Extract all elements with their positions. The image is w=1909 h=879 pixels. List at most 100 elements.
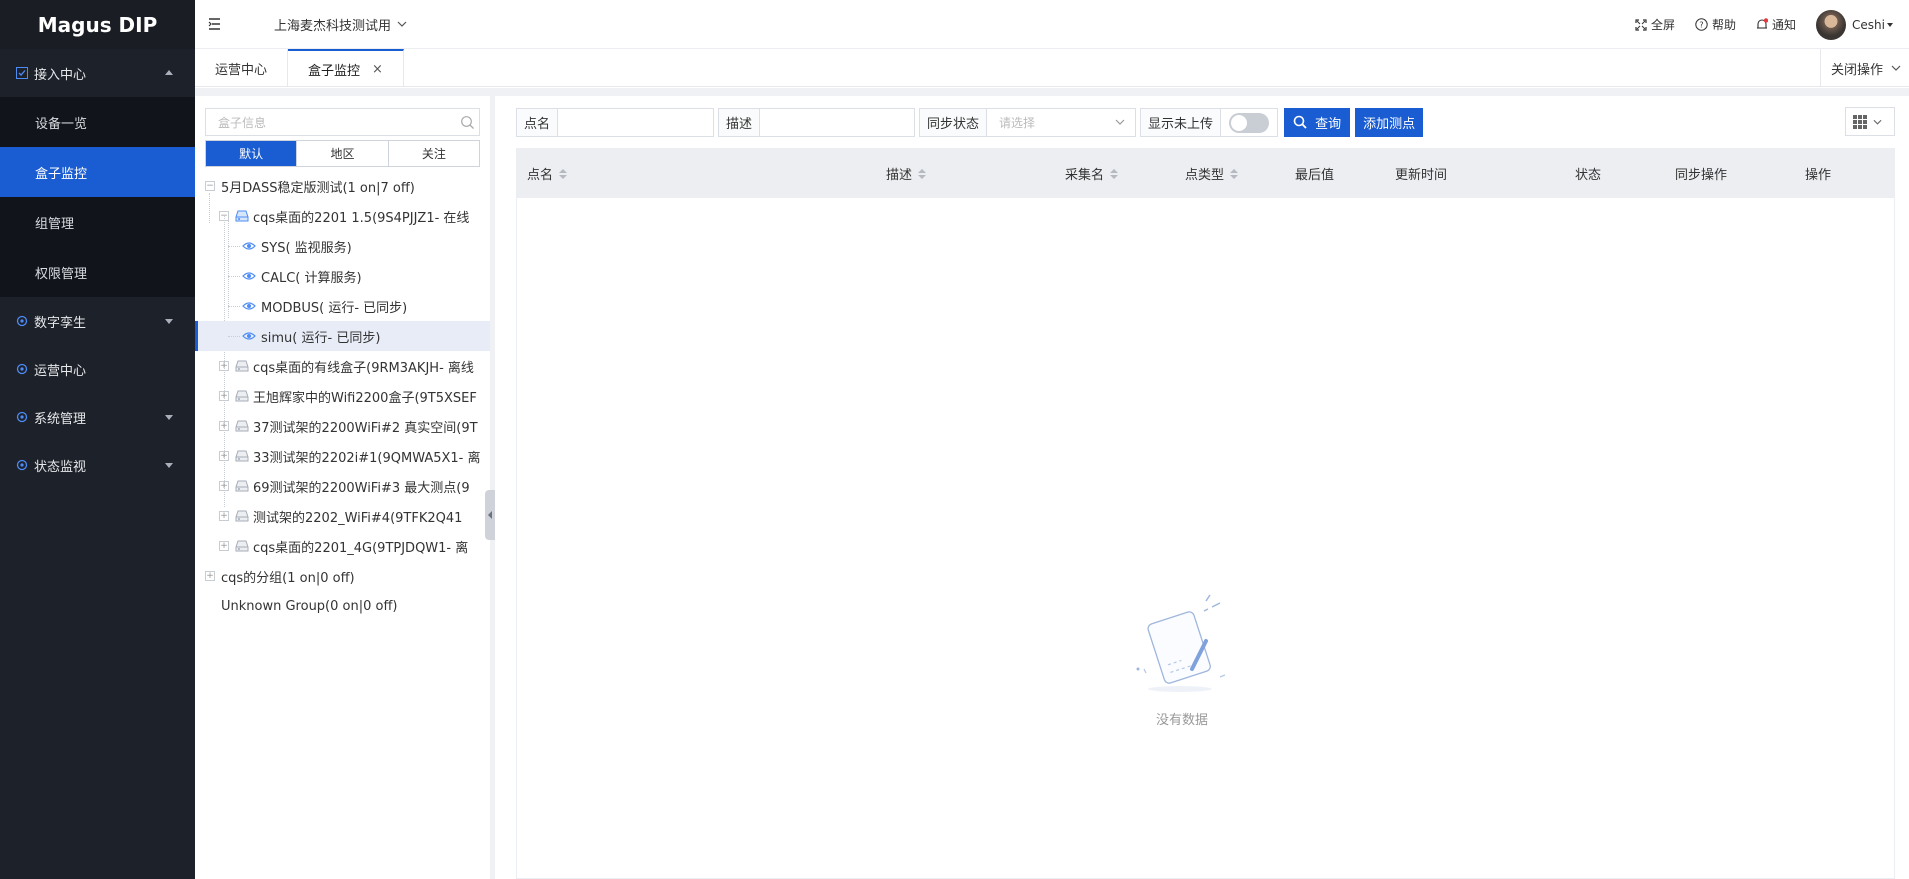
notification-button[interactable]: 通知 [1756, 16, 1796, 33]
menu-group-system-management[interactable]: 系统管理 [0, 393, 195, 441]
tab-box-monitor[interactable]: 盒子监控 × [288, 49, 404, 87]
menu-group-status-monitor[interactable]: 状态监视 [0, 441, 195, 489]
chevron-down-icon [1873, 119, 1881, 125]
sync-status-placeholder: 请选择 [999, 115, 1036, 130]
column-header-point-type[interactable]: 点类型 [1185, 149, 1239, 198]
menu-group-label: 运营中心 [34, 363, 87, 379]
tree-box-node[interactable]: + 测试架的2202_WiFi#4(9TFK2Q41 [195, 501, 490, 531]
user-name[interactable]: Ceshi [1852, 18, 1885, 32]
column-header-last-value: 最后值 [1295, 168, 1335, 183]
org-name: 上海麦杰科技测试用 [274, 18, 392, 34]
tree-box-node[interactable]: + cqs桌面的有线盒子(9RM3AKJH- 离线 [195, 351, 490, 381]
box-offline-icon [235, 480, 249, 492]
segment-region[interactable]: 地区 [297, 141, 389, 166]
collapse-toggle[interactable]: − [205, 181, 215, 191]
sidebar-item-permission-management[interactable]: 权限管理 [0, 247, 195, 297]
point-name-input[interactable] [558, 109, 713, 136]
tree-service-node[interactable]: CALC( 计算服务) [195, 261, 490, 291]
column-header-sync-op: 同步操作 [1675, 168, 1728, 183]
menu-collapse-icon[interactable] [208, 16, 226, 32]
segment-favorites[interactable]: 关注 [389, 141, 479, 166]
tree-box-node[interactable]: + 37测试架的2200WiFi#2 真实空间(9T [195, 411, 490, 441]
eye-icon [242, 271, 256, 281]
expand-toggle[interactable]: + [219, 421, 229, 431]
tree-group-node[interactable]: − 5月DASS稳定版测试(1 on|7 off) [195, 171, 490, 201]
collapse-toggle[interactable]: − [219, 211, 229, 221]
sort-icon[interactable] [1230, 168, 1239, 179]
expand-toggle[interactable]: + [219, 391, 229, 401]
tree-box-node[interactable]: − cqs桌面的2201 1.5(9S4PJJZ1- 在线 [195, 201, 490, 231]
close-icon[interactable]: × [372, 62, 383, 77]
gear-icon [15, 314, 29, 328]
box-search-input[interactable]: 盒子信息 [205, 108, 480, 136]
desc-input[interactable] [760, 109, 914, 136]
sync-status-label: 同步状态 [920, 108, 988, 136]
tree-group-node[interactable]: + cqs的分组(1 on|0 off) [195, 561, 490, 591]
box-tree: − 5月DASS稳定版测试(1 on|7 off) − cqs桌面的2201 1… [195, 171, 490, 621]
tree-node-label: simu( 运行- 已同步) [261, 330, 381, 346]
tab-operation-center[interactable]: 运营中心 [195, 49, 289, 87]
expand-toggle[interactable]: + [205, 571, 215, 581]
sidebar-item-group-management[interactable]: 组管理 [0, 197, 195, 247]
expand-toggle[interactable]: + [219, 511, 229, 521]
chevron-down-icon [165, 463, 173, 468]
show-unuploaded-filter: 显示未上传 [1140, 107, 1279, 137]
sidebar-item-box-monitor[interactable]: 盒子监控 [0, 147, 195, 197]
box-tree-panel: 盒子信息 默认 地区 关注 − 5月DASS稳定版测试(1 on|7 off) … [195, 96, 495, 879]
column-header-point-name[interactable]: 点名 [527, 149, 568, 198]
tree-node-label: SYS( 监视服务) [261, 240, 352, 256]
tree-service-node[interactable]: SYS( 监视服务) [195, 231, 490, 261]
expand-toggle[interactable]: + [219, 481, 229, 491]
tab-label: 盒子监控 [308, 63, 361, 79]
tree-box-node[interactable]: + cqs桌面的2201_4G(9TPJDQW1- 离 [195, 531, 490, 561]
box-offline-icon [235, 360, 249, 372]
segment-default[interactable]: 默认 [206, 141, 298, 166]
search-icon[interactable] [460, 115, 475, 130]
empty-data-illustration [1136, 594, 1226, 692]
column-settings-button[interactable] [1845, 107, 1895, 136]
add-point-button[interactable]: 添加测点 [1355, 107, 1424, 137]
gear-icon [15, 410, 29, 424]
menu-group-digital-twin[interactable]: 数字孪生 [0, 297, 195, 345]
tree-service-node[interactable]: MODBUS( 运行- 已同步) [195, 291, 490, 321]
column-header-status: 状态 [1575, 168, 1602, 183]
tree-box-node[interactable]: + 王旭辉家中的Wifi2200盒子(9T5XSEF [195, 381, 490, 411]
sort-icon[interactable] [918, 168, 927, 179]
avatar[interactable] [1816, 9, 1847, 40]
tree-box-node[interactable]: + 33测试架的2202i#1(9QMWA5X1- 离 [195, 441, 490, 471]
table-header: 点名 描述 采集名 点类型 最后值 更新时间 状态 同步操作 操作 [517, 149, 1894, 198]
fullscreen-button[interactable]: 全屏 [1635, 16, 1675, 33]
tree-node-label: 69测试架的2200WiFi#3 最大测点(9 [253, 480, 470, 496]
top-header: 上海麦杰科技测试用 全屏 ? 帮助 通知 Ceshi [195, 0, 1909, 49]
caret-down-icon[interactable] [1887, 22, 1893, 27]
expand-toggle[interactable]: + [219, 541, 229, 551]
show-unuploaded-label: 显示未上传 [1141, 108, 1222, 136]
expand-toggle[interactable]: + [219, 451, 229, 461]
sync-status-filter: 同步状态 请选择 [919, 107, 1137, 137]
tree-group-node[interactable]: Unknown Group(0 on|0 off) [195, 591, 490, 621]
empty-state: 没有数据 [1132, 589, 1232, 728]
point-name-filter: 点名 [516, 107, 715, 137]
sync-status-select[interactable]: 请选择 [987, 109, 1135, 136]
checkbox-icon [15, 66, 29, 80]
tree-node-label: CALC( 计算服务) [261, 270, 362, 286]
help-button[interactable]: ? 帮助 [1695, 16, 1736, 33]
close-operations-dropdown[interactable]: 关闭操作 [1819, 49, 1909, 87]
desc-filter: 描述 [718, 107, 916, 137]
sort-icon[interactable] [559, 168, 568, 179]
sidebar-item-device-overview[interactable]: 设备一览 [0, 97, 195, 147]
menu-group-operation-center[interactable]: 运营中心 [0, 345, 195, 393]
query-button[interactable]: 查询 [1284, 107, 1351, 137]
box-online-icon [235, 210, 249, 222]
org-selector[interactable]: 上海麦杰科技测试用 [274, 15, 407, 34]
expand-toggle[interactable]: + [219, 361, 229, 371]
show-unuploaded-toggle[interactable] [1229, 112, 1270, 133]
content-gutter [195, 88, 1909, 96]
menu-group-access-center[interactable]: 接入中心 [0, 49, 195, 97]
column-header-collect-name[interactable]: 采集名 [1065, 149, 1119, 198]
tree-service-node-selected[interactable]: simu( 运行- 已同步) [195, 321, 490, 351]
tree-box-node[interactable]: + 69测试架的2200WiFi#3 最大测点(9 [195, 471, 490, 501]
column-header-desc[interactable]: 描述 [886, 149, 927, 198]
sort-icon[interactable] [1110, 168, 1119, 179]
panel-collapse-handle[interactable] [485, 490, 495, 540]
